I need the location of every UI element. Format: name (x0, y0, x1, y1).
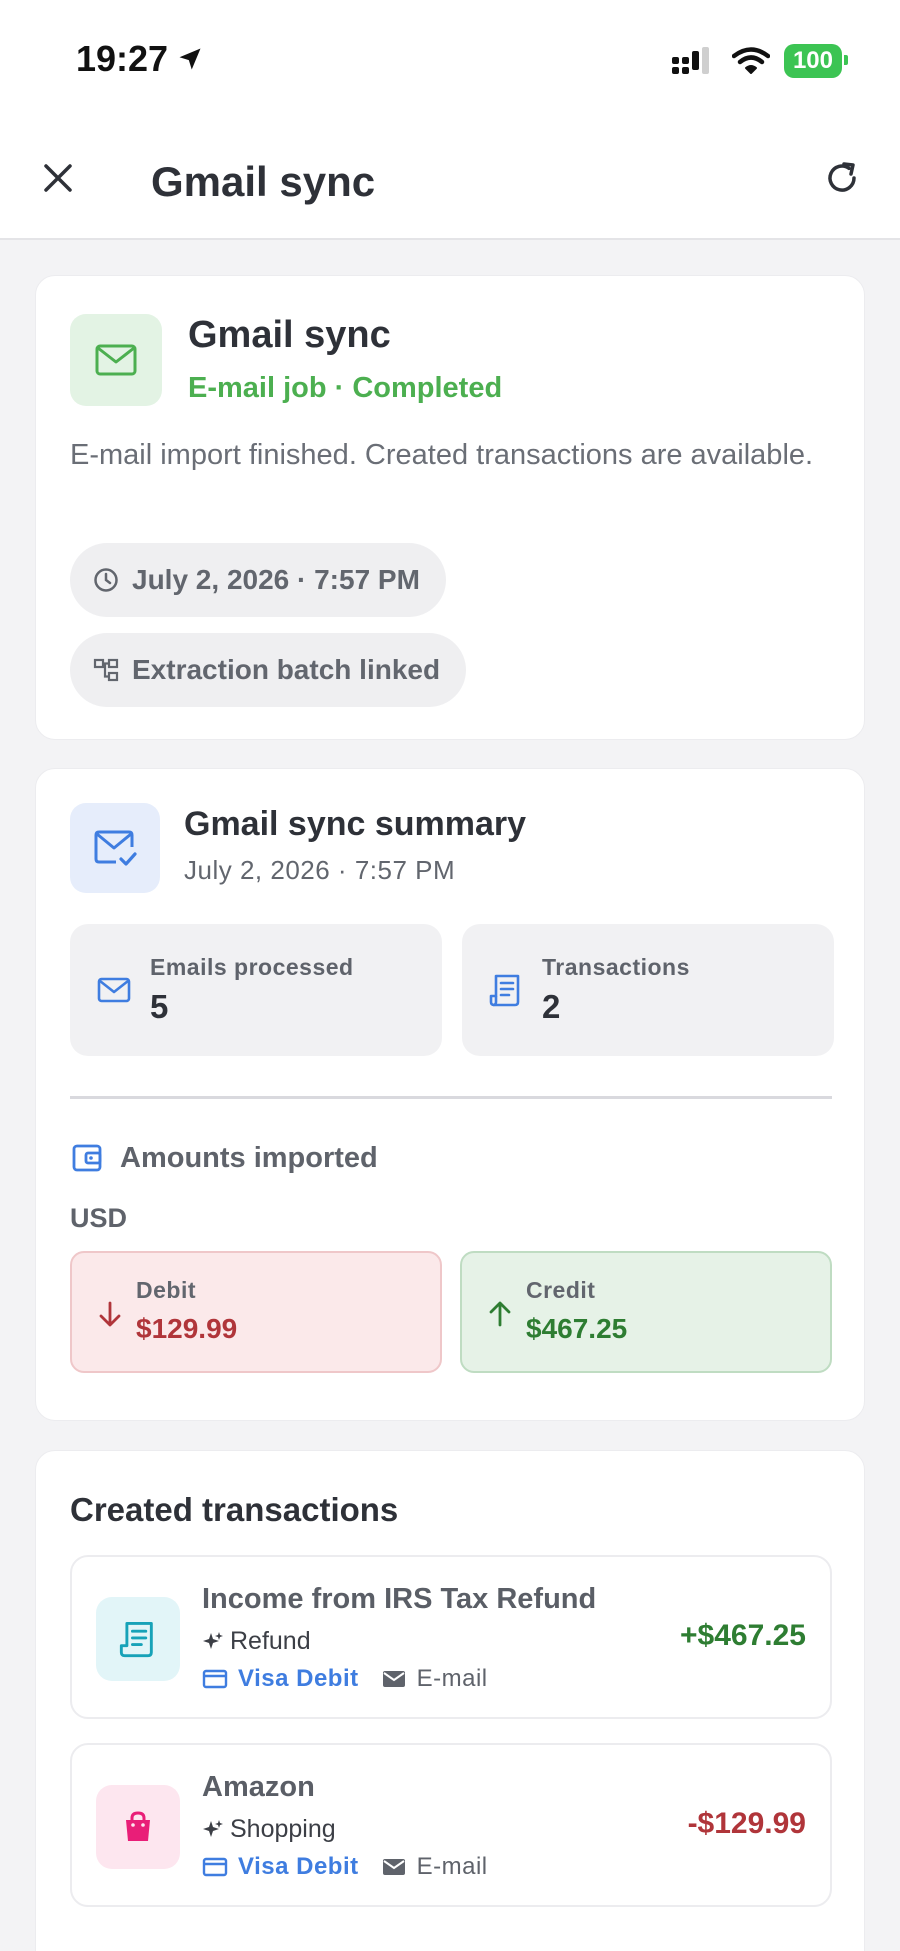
status-time-text: 19:27 (76, 38, 169, 79)
transaction-category-text: Refund (230, 1627, 311, 1655)
sparkle-icon (203, 1819, 223, 1837)
job-status: E-mail job · Completed (188, 372, 503, 404)
wallet-icon (72, 1144, 102, 1172)
mail-icon (97, 977, 131, 1003)
credit-card-icon (202, 1857, 228, 1877)
battery-icon: 100 (783, 44, 849, 78)
transaction-category: Refund (202, 1627, 311, 1656)
date-pill-text: July 2, 2026 · 7:57 PM (132, 564, 420, 595)
job-title: Gmail sync (188, 314, 391, 356)
arrow-down-icon (98, 1299, 122, 1329)
credit-label: Credit (526, 1277, 596, 1303)
debit-value: $129.99 (136, 1313, 238, 1344)
transaction-row[interactable]: Amazon Shopping Visa Debit E-mail -$129.… (70, 1743, 832, 1907)
refresh-button[interactable] (822, 158, 862, 198)
status-icons: 100 (671, 44, 849, 78)
transactions-card: Created transactions Income from IRS Tax… (35, 1450, 865, 1951)
credit-box: Credit $467.25 (460, 1251, 832, 1373)
summary-card: Gmail sync summary July 2, 2026 · 7:57 P… (35, 768, 865, 1421)
transaction-category-text: Shopping (230, 1815, 336, 1843)
stat-emails-processed: Emails processed 5 (70, 924, 442, 1056)
stat-label: Emails processed (150, 954, 354, 980)
job-card: Gmail sync E-mail job · Completed E-mail… (35, 275, 865, 740)
amounts-header: Amounts imported (70, 1141, 378, 1175)
transaction-amount: -$129.99 (687, 1807, 806, 1840)
stat-value: 5 (150, 988, 169, 1025)
hierarchy-icon (93, 658, 119, 682)
transaction-meta: Visa Debit E-mail (202, 1665, 488, 1693)
location-arrow-icon (176, 45, 204, 73)
transaction-row[interactable]: Income from IRS Tax Refund Refund Visa D… (70, 1555, 832, 1719)
mail-icon (95, 344, 137, 376)
stat-transactions: Transactions 2 (462, 924, 834, 1056)
status-time: 19:27 (76, 38, 204, 80)
status-bar: 19:27 100 (0, 0, 900, 118)
credit-value: $467.25 (526, 1313, 628, 1344)
transaction-category: Shopping (202, 1815, 336, 1844)
transaction-name: Amazon (202, 1771, 315, 1803)
debit-label: Debit (136, 1277, 196, 1303)
close-button[interactable] (38, 158, 78, 198)
date-pill: July 2, 2026 · 7:57 PM (70, 543, 446, 617)
transaction-amount: +$467.25 (680, 1619, 806, 1652)
amounts-header-text: Amounts imported (120, 1141, 378, 1174)
currency-label: USD (70, 1203, 128, 1233)
envelope-icon (382, 1859, 405, 1875)
job-icon-box (70, 314, 162, 406)
summary-date: July 2, 2026 · 7:57 PM (184, 855, 456, 885)
transaction-account: Visa Debit (238, 1853, 359, 1880)
transaction-source: E-mail (416, 1853, 488, 1880)
summary-icon-box (70, 803, 160, 893)
batch-pill[interactable]: Extraction batch linked (70, 633, 467, 707)
arrow-up-icon (488, 1299, 512, 1329)
shopping-bag-icon (126, 1811, 150, 1841)
transaction-icon-box (96, 1597, 180, 1681)
stat-label: Transactions (542, 954, 690, 980)
summary-title: Gmail sync summary (184, 805, 527, 843)
nav-bar: Gmail sync (0, 118, 900, 240)
job-description: E-mail import finished. Created transact… (70, 439, 814, 471)
debit-box: Debit $129.99 (70, 1251, 442, 1373)
credit-card-icon (202, 1669, 228, 1689)
signal-icon (671, 47, 718, 75)
receipt-icon (119, 1622, 153, 1658)
transaction-account: Visa Debit (238, 1665, 359, 1692)
envelope-icon (382, 1671, 405, 1687)
stat-value: 2 (542, 988, 561, 1025)
transaction-icon-box (96, 1785, 180, 1869)
wifi-icon (731, 47, 770, 75)
divider (70, 1096, 832, 1099)
close-icon (44, 164, 72, 192)
clock-icon (94, 568, 118, 592)
refresh-icon (828, 162, 856, 192)
page-title: Gmail sync (151, 158, 376, 205)
transaction-meta: Visa Debit E-mail (202, 1853, 488, 1881)
transaction-source: E-mail (416, 1665, 488, 1692)
transaction-name: Income from IRS Tax Refund (202, 1583, 597, 1615)
batch-pill-text: Extraction batch linked (132, 654, 441, 685)
receipt-icon (489, 974, 520, 1007)
mail-check-icon (94, 830, 137, 866)
sparkle-icon (203, 1631, 223, 1649)
transactions-heading: Created transactions (70, 1491, 399, 1528)
